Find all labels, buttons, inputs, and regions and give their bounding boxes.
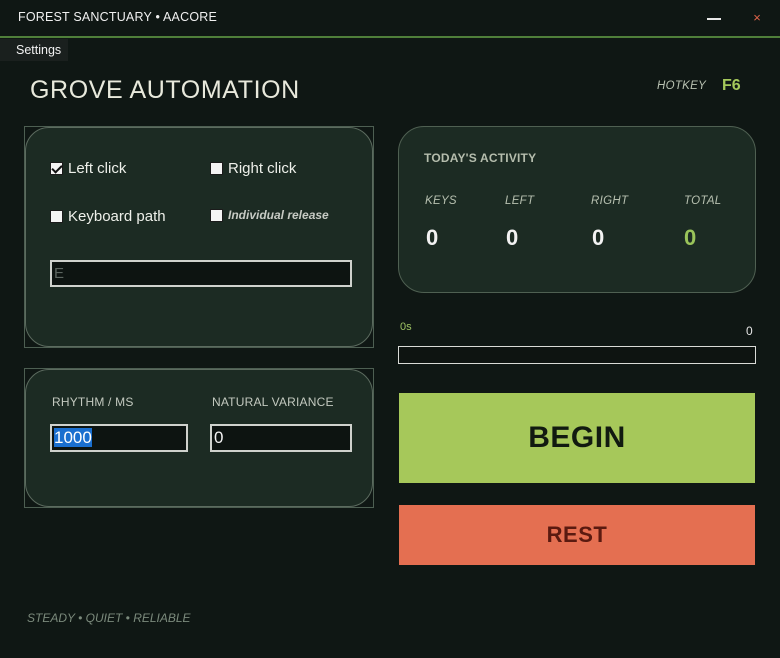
timer-label: 0s bbox=[400, 321, 412, 333]
activity-panel: TODAY'S ACTIVITY KEYS 0 LEFT 0 RIGHT 0 T… bbox=[398, 126, 756, 293]
right-stat-value: 0 bbox=[592, 225, 605, 250]
right-stat-label: RIGHT bbox=[591, 195, 629, 207]
timing-frame: RHYTHM / MS 1000 NATURAL VARIANCE 0 bbox=[24, 368, 374, 508]
variance-input[interactable]: 0 bbox=[210, 424, 352, 452]
individual-release-checkbox[interactable]: Individual release bbox=[210, 208, 329, 222]
total-stat-value: 0 bbox=[684, 225, 697, 250]
left-click-check-box[interactable] bbox=[50, 162, 63, 175]
click-options-frame: Left click Right click Keyboard path Ind… bbox=[24, 126, 374, 348]
menu-settings[interactable]: Settings bbox=[0, 39, 68, 61]
rhythm-input[interactable]: 1000 bbox=[50, 424, 188, 452]
left-stat-label: LEFT bbox=[505, 195, 535, 207]
hotkey-label: HOTKEY bbox=[657, 80, 707, 92]
variance-value: 0 bbox=[214, 428, 224, 447]
count-label: 0 bbox=[746, 324, 753, 338]
title-divider bbox=[0, 36, 780, 38]
timing-panel: RHYTHM / MS 1000 NATURAL VARIANCE 0 bbox=[25, 369, 373, 507]
rhythm-label: RHYTHM / MS bbox=[52, 395, 134, 409]
menu-bar: Settings bbox=[0, 39, 780, 61]
keyboard-path-check-box[interactable] bbox=[50, 210, 63, 223]
right-click-label: Right click bbox=[228, 160, 297, 177]
right-click-check-box[interactable] bbox=[210, 162, 223, 175]
left-click-label: Left click bbox=[68, 160, 127, 177]
keys-stat-label: KEYS bbox=[425, 195, 457, 207]
left-stat-value: 0 bbox=[506, 225, 519, 250]
keyboard-path-checkbox[interactable]: Keyboard path bbox=[50, 208, 166, 225]
progress-bar bbox=[398, 346, 756, 364]
title-bar: FOREST SANCTUARY • AACORE × bbox=[0, 0, 780, 36]
tagline: STEADY • QUIET • RELIABLE bbox=[27, 611, 191, 625]
close-icon: × bbox=[753, 10, 761, 25]
individual-release-check-box[interactable] bbox=[210, 208, 223, 222]
keys-stat-value: 0 bbox=[426, 225, 439, 250]
right-click-checkbox[interactable]: Right click bbox=[210, 160, 296, 177]
app-title: GROVE AUTOMATION bbox=[30, 76, 300, 104]
activity-heading: TODAY'S ACTIVITY bbox=[424, 151, 537, 165]
close-button[interactable]: × bbox=[746, 8, 768, 28]
window-title: FOREST SANCTUARY • AACORE bbox=[18, 10, 218, 24]
total-stat-label: TOTAL bbox=[684, 195, 722, 207]
keyboard-path-label: Keyboard path bbox=[68, 208, 166, 225]
begin-button[interactable]: BEGIN bbox=[399, 393, 755, 483]
left-click-checkbox[interactable]: Left click bbox=[50, 160, 126, 177]
hotkey-value: F6 bbox=[722, 77, 741, 94]
click-options-panel: Left click Right click Keyboard path Ind… bbox=[25, 127, 373, 347]
rest-button[interactable]: REST bbox=[399, 505, 755, 565]
minimize-button[interactable] bbox=[703, 8, 725, 28]
minimize-icon bbox=[707, 18, 721, 20]
variance-label: NATURAL VARIANCE bbox=[212, 395, 334, 409]
key-input[interactable] bbox=[50, 260, 352, 287]
individual-release-label: Individual release bbox=[228, 208, 329, 222]
rhythm-value: 1000 bbox=[54, 428, 92, 447]
